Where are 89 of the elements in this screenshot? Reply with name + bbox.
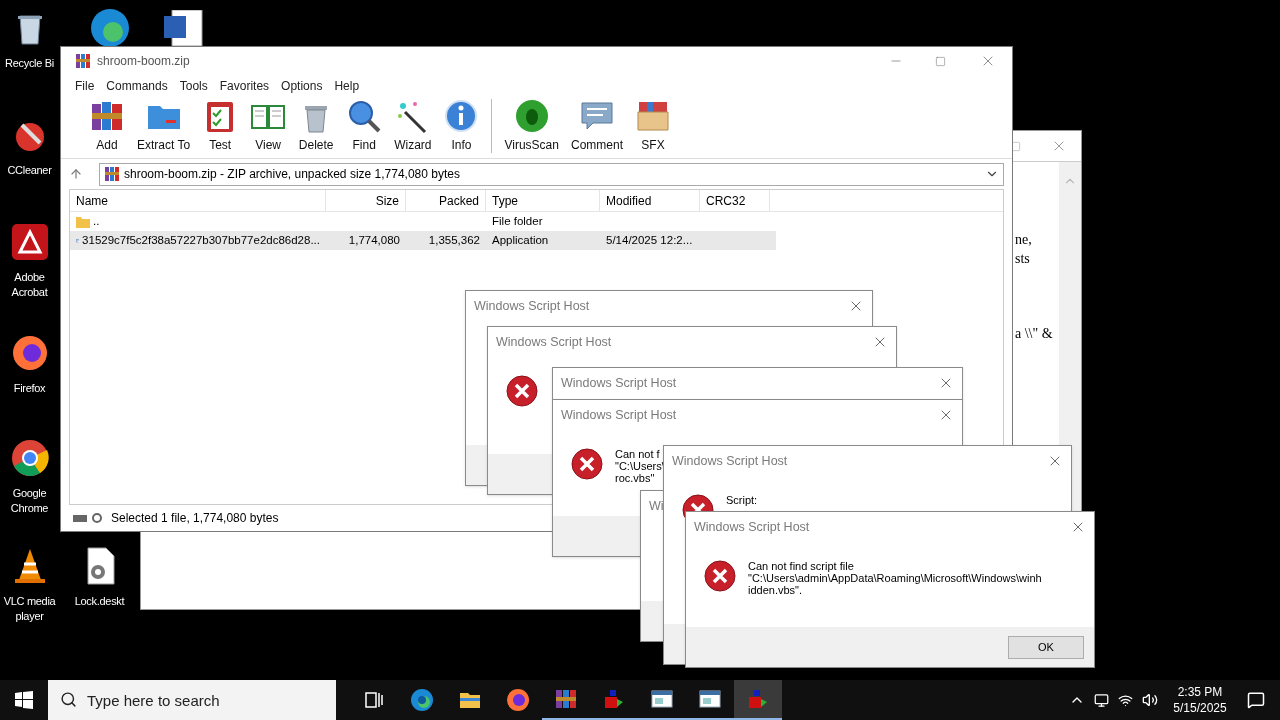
toolbar-button[interactable]: Test [196, 98, 245, 154]
chrome-icon [9, 438, 50, 478]
table-cell-text: 31529c7f5c2f38a57227b307bb77e2dc86d28... [82, 232, 320, 248]
error-message-line: Can not f [615, 448, 661, 460]
acrobat-icon [9, 222, 50, 262]
status-text: Selected 1 file, 1,774,080 bytes [111, 510, 279, 527]
windows-logo-icon [15, 691, 33, 709]
table-cell-text: File folder [492, 213, 543, 229]
error-message-line: "C:\Users\ [615, 460, 665, 472]
document-text: sts [1015, 250, 1030, 268]
clock-date: 5/15/2025 [1173, 700, 1227, 716]
error-message-line: idden.vbs". [748, 584, 804, 596]
toolbar-button[interactable]: View [244, 98, 293, 154]
books-icon [104, 166, 120, 182]
toolbar-button[interactable]: Extract To [131, 98, 197, 154]
menu-item[interactable]: Favorites [219, 77, 270, 95]
clock[interactable]: 2:35 PM 5/15/2025 [1168, 684, 1232, 716]
dialog-title: Wi [649, 497, 664, 515]
table-cell-text: 1,774,080 [348, 232, 400, 248]
menu-item[interactable]: File [75, 77, 95, 95]
column-header[interactable]: Packed [406, 190, 486, 211]
table-cell-text: .. [93, 213, 100, 229]
dialog-title: Windows Script Host [474, 297, 590, 315]
desktop-icon-label[interactable]: Google Chrome [1, 486, 58, 516]
window-icon [650, 687, 674, 711]
toolbar-button[interactable]: Comment [564, 98, 629, 154]
firefox-icon [506, 688, 530, 712]
toolbar-button[interactable]: Add [83, 98, 131, 154]
info-icon [443, 98, 480, 134]
notification-icon[interactable] [1247, 691, 1265, 709]
menu-item[interactable]: Tools [179, 77, 208, 95]
toolbar-button[interactable]: Delete [292, 98, 341, 154]
dialog-title: Windows Script Host [561, 374, 677, 392]
error-message-line: "C:\Users\admin\AppData\Roaming\Microsoft\Windows\winh [748, 572, 1042, 584]
menu-item[interactable]: Options [281, 77, 323, 95]
dialog-title: Windows Script Host [496, 333, 612, 351]
toolbar-button[interactable]: Wizard [388, 98, 438, 154]
dialog-title: Windows Script Host [561, 406, 677, 424]
toolbar-button[interactable]: VirusScan [498, 98, 565, 154]
desktop-icon-label[interactable]: Firefox [13, 381, 46, 396]
desktop-icon-label[interactable]: Lock.deskt [74, 594, 125, 609]
drive-key-icon [73, 512, 105, 524]
up-arrow-icon[interactable] [69, 167, 83, 181]
network-icon[interactable] [1118, 692, 1133, 708]
desktop-icon-label[interactable]: VLC media player [1, 594, 58, 624]
table-cell-text: Application [492, 232, 549, 248]
column-header[interactable]: CRC32 [700, 190, 770, 211]
books-icon [75, 53, 91, 69]
toolbar-button[interactable]: Info [437, 98, 486, 154]
menu-item[interactable]: Help [334, 77, 360, 95]
address-field[interactable]: shroom-boom.zip - ZIP archive, unpacked size 1,774,080 bytes [99, 162, 1004, 186]
error-message-line: roc.vbs" [615, 472, 656, 484]
table-cell-text: 1,355,362 [428, 232, 480, 248]
document-text: ne, [1015, 231, 1032, 249]
column-header[interactable]: Modified [600, 190, 700, 211]
word-document-icon[interactable] [162, 10, 204, 46]
task-view-icon [364, 690, 384, 710]
clock-time: 2:35 PM [1177, 684, 1223, 700]
search-icon [60, 691, 77, 708]
books-icon [554, 687, 578, 711]
column-header[interactable]: Type [486, 190, 600, 211]
speaker-icon[interactable] [1142, 692, 1158, 708]
desktop-icon-label[interactable]: Adobe Acrobat [1, 270, 58, 300]
table-cell-text: 5/14/2025 12:2... [606, 232, 693, 248]
toolbar-button[interactable]: SFX [629, 98, 677, 154]
file-row[interactable]: .. File folder [70, 212, 776, 231]
bug-icon [513, 98, 550, 134]
dialog-title: Windows Script Host [672, 452, 788, 470]
desktop-icon-label[interactable]: CCleaner [7, 163, 52, 178]
column-header[interactable]: Size [326, 190, 406, 211]
magnifier-icon [346, 98, 383, 134]
document-text: a \\" & [1015, 325, 1053, 343]
desktop-icon-label[interactable]: Recycle Bi [5, 56, 54, 71]
menu-item[interactable]: Commands [106, 77, 168, 95]
edge-icon [410, 688, 434, 712]
error-message-line: Can not find script file [748, 560, 855, 572]
maximize-icon[interactable] [1010, 140, 1021, 152]
file-row[interactable]: 31529c7f5c2f38a57227b307bb77e2dc86d28... 1,774,080 1,355,362 Application 5/14/2025 12:2... [70, 231, 776, 250]
column-header[interactable]: Name [70, 190, 326, 211]
ok-button[interactable]: OK [1008, 635, 1084, 659]
toolbar-button[interactable]: Find [340, 98, 389, 154]
folder-icon [76, 215, 90, 228]
window-title: shroom-boom.zip [97, 53, 190, 70]
edge-icon[interactable] [88, 8, 132, 48]
window-icon [698, 687, 722, 711]
error-message-line: Script: [726, 494, 758, 506]
dialog-title: Windows Script Host [694, 518, 810, 536]
search-field[interactable]: Type here to search [48, 680, 336, 720]
device-icon[interactable] [1094, 692, 1109, 708]
